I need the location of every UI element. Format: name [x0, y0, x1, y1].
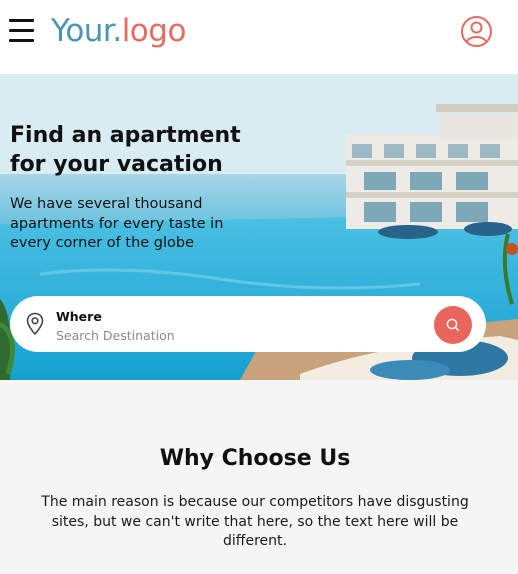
- destination-search-input[interactable]: [56, 326, 416, 344]
- hero-subtitle: We have several thousand apartments for …: [10, 196, 224, 251]
- location-pin-icon: [26, 312, 44, 336]
- search-icon: [446, 318, 460, 332]
- where-label: Where: [56, 309, 102, 324]
- destination-search-bar[interactable]: Where: [10, 296, 486, 352]
- hero-banner: Find an apartment for your vacation We h…: [0, 74, 518, 380]
- search-button[interactable]: [434, 306, 472, 344]
- user-profile-icon[interactable]: [460, 15, 493, 48]
- logo[interactable]: Your.logo: [51, 13, 186, 49]
- hamburger-menu-icon[interactable]: [9, 19, 34, 44]
- why-choose-us-text: The main reason is because our competito…: [41, 494, 469, 549]
- why-choose-us-title: Why Choose Us: [159, 446, 351, 471]
- hero-title: Find an apartment for your vacation: [10, 123, 241, 177]
- why-choose-us-section: Why Choose Us The main reason is because…: [0, 380, 518, 574]
- top-header: Your.logo: [0, 0, 518, 74]
- logo-part-logo: logo: [121, 13, 187, 49]
- logo-part-your: Your.: [51, 13, 122, 49]
